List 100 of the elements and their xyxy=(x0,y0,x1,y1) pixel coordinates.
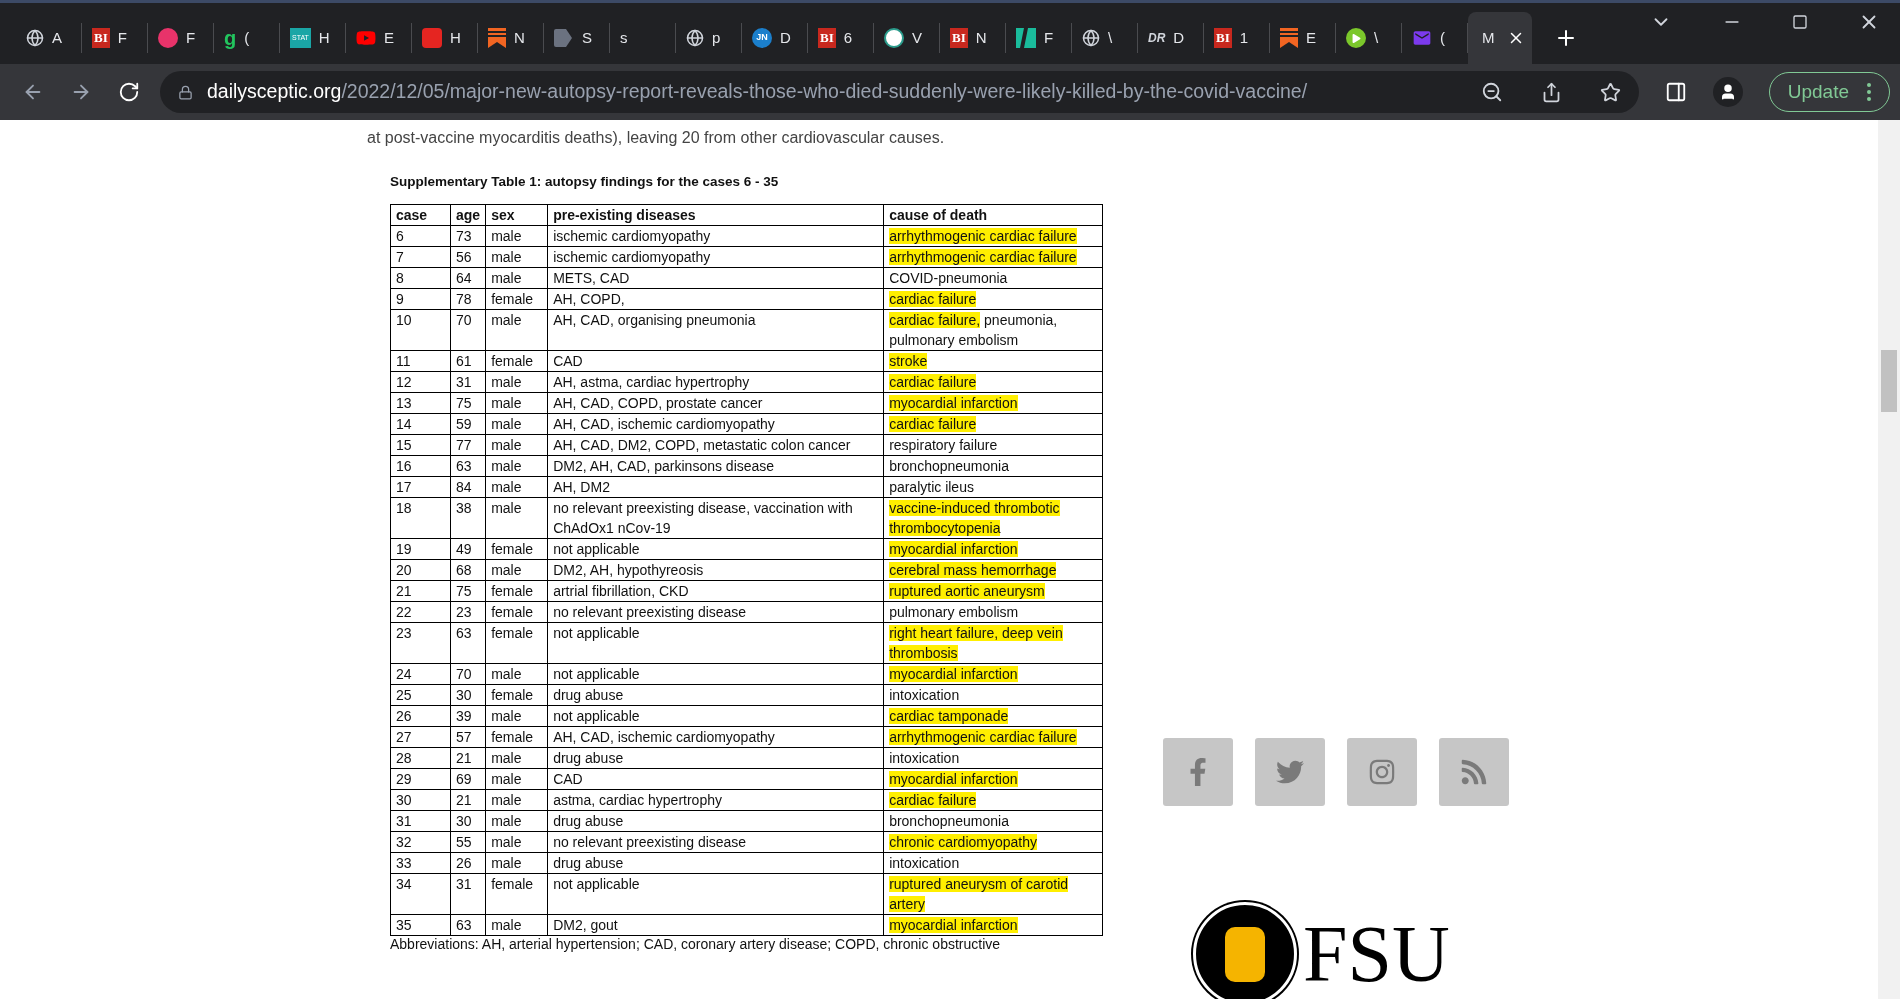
globe-icon xyxy=(1082,29,1100,47)
browser-tab[interactable]: A xyxy=(16,23,82,53)
table-cell: male xyxy=(485,371,548,393)
tab-title: A xyxy=(52,27,62,48)
social-button[interactable] xyxy=(1347,738,1417,806)
table-cell: pulmonary embolism xyxy=(883,601,1103,623)
browser-tab[interactable]: BI 6 xyxy=(808,23,874,53)
side-panel-icon[interactable] xyxy=(1664,81,1687,103)
browser-tab[interactable]: N xyxy=(478,23,544,53)
table-cell: ruptured aortic aneurysm xyxy=(883,580,1103,602)
social-button[interactable] xyxy=(1163,738,1233,806)
table-cell: male xyxy=(485,810,548,832)
table-cell: male xyxy=(485,789,548,811)
logo-icon: BI xyxy=(1214,28,1232,48)
profile-avatar[interactable] xyxy=(1712,77,1743,107)
table-cell: 31 xyxy=(450,873,486,915)
table-cell: AH, CAD, organising pneumonia xyxy=(547,309,884,351)
table-cell: 70 xyxy=(450,663,486,685)
table-cell: 30 xyxy=(450,684,486,706)
table-cell: CAD xyxy=(547,768,884,790)
table-cell: 10 xyxy=(390,309,451,351)
table-cell: 21 xyxy=(450,747,486,769)
tab-title: 1 xyxy=(1239,27,1249,48)
table-cell: 15 xyxy=(390,434,451,456)
browser-tab[interactable]: \ xyxy=(1072,23,1138,53)
maximize-icon[interactable] xyxy=(1792,14,1808,30)
browser-tab[interactable]: BI 1 xyxy=(1204,23,1270,53)
table-cell: male xyxy=(485,267,548,289)
social-button[interactable] xyxy=(1255,738,1325,806)
tab-title: M xyxy=(1482,27,1495,48)
browser-tab[interactable]: F xyxy=(1006,23,1072,53)
table-cell: 29 xyxy=(390,768,451,790)
zoom-icon[interactable] xyxy=(1480,81,1503,103)
table-cell: arrhythmogenic cardiac failure xyxy=(883,726,1103,748)
table-cell: 61 xyxy=(450,350,486,372)
table-cell: 22 xyxy=(390,601,451,623)
tab-title: s xyxy=(620,27,628,48)
table-cell: female xyxy=(485,873,548,915)
tab-title: F xyxy=(117,27,127,48)
browser-tab[interactable]: H xyxy=(412,23,478,53)
table-cell: 75 xyxy=(450,580,486,602)
logo-icon: BI xyxy=(950,28,968,48)
table-cell: respiratory failure xyxy=(883,434,1103,456)
logo-icon: BI xyxy=(92,28,110,48)
star-icon[interactable] xyxy=(1599,81,1621,103)
table-cell: male xyxy=(485,455,548,477)
table-cell: no relevant preexisting disease xyxy=(547,601,884,623)
browser-tab[interactable]: p xyxy=(676,23,742,53)
browser-tab[interactable]: JN D xyxy=(742,23,808,53)
table-cell: COVID-pneumonia xyxy=(883,267,1103,289)
table-cell: female xyxy=(485,601,548,623)
table-cell: arrhythmogenic cardiac failure xyxy=(883,246,1103,268)
browser-tab[interactable]: V xyxy=(874,23,940,53)
tab-title: ( xyxy=(244,27,250,48)
column-header: sex xyxy=(485,204,548,226)
table-cell: 24 xyxy=(390,663,451,685)
browser-tab[interactable]: g ( xyxy=(214,23,280,53)
table-cell: male xyxy=(485,476,548,498)
table-cell: 13 xyxy=(390,392,451,414)
table-cell: 6 xyxy=(390,225,451,247)
tab-title: F xyxy=(1044,27,1054,48)
tab-title: E xyxy=(384,27,394,48)
table-cell: not applicable xyxy=(547,622,884,664)
table-cell: 59 xyxy=(450,413,486,435)
browser-tab[interactable]: BI N xyxy=(940,23,1006,53)
url-text: dailysceptic.org/2022/12/05/major-new-autopsy-report-reveals-those-who-died-suddenly-were-likely-killed-by-the-covid-vaccine/ xyxy=(207,79,1309,105)
tab-title: F xyxy=(186,27,196,48)
tab-title: N xyxy=(975,27,987,48)
table-cell: myocardial infarction xyxy=(883,914,1103,936)
tab-title: p xyxy=(712,27,721,48)
browser-tab[interactable]: M xyxy=(1468,12,1532,64)
browser-tab[interactable]: \ xyxy=(1336,23,1402,53)
table-cell: not applicable xyxy=(547,873,884,915)
table-cell: female xyxy=(485,684,548,706)
browser-tab[interactable]: BI F xyxy=(82,23,148,53)
reload-icon[interactable] xyxy=(118,81,140,103)
table-cell: 68 xyxy=(450,559,486,581)
social-button[interactable] xyxy=(1439,738,1509,806)
table-cell: female xyxy=(485,288,548,310)
browser-tab[interactable]: s xyxy=(610,23,676,53)
table-cell: cardiac failure xyxy=(883,789,1103,811)
tab-title: \ xyxy=(1108,27,1113,48)
table-cell: female xyxy=(485,726,548,748)
table-cell: DM2, AH, hypothyreosis xyxy=(547,559,884,581)
table-cell: male xyxy=(485,747,548,769)
browser-tab[interactable]: S xyxy=(544,23,610,53)
table-cell: 7 xyxy=(390,246,451,268)
browser-tab[interactable]: DR D xyxy=(1138,23,1204,53)
table-cell: 70 xyxy=(450,309,486,351)
table-cell: AH, CAD, ischemic cardiomyopathy xyxy=(547,413,884,435)
address-bar[interactable]: dailysceptic.org/2022/12/05/major-new-autopsy-report-reveals-those-who-died-suddenly-were-likely-killed-by-the-covid-vaccine/ xyxy=(160,71,1639,113)
table-cell: cardiac failure xyxy=(883,413,1103,435)
table-cell: drug abuse xyxy=(547,810,884,832)
tab-title: N xyxy=(514,27,525,48)
browser-tab[interactable]: E xyxy=(1270,23,1336,53)
table-cell: myocardial infarction xyxy=(883,768,1103,790)
browser-tab[interactable]: F xyxy=(148,23,214,53)
browser-tab[interactable]: E xyxy=(346,23,412,53)
stripes-icon xyxy=(1016,28,1036,48)
tab-title: D xyxy=(1173,27,1185,48)
